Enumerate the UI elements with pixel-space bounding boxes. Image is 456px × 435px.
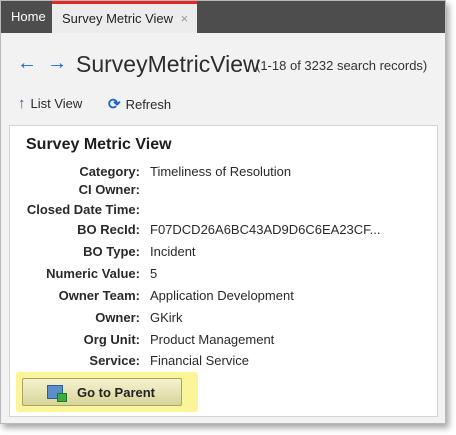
field-label: BO Type: <box>83 244 140 259</box>
field-label: Service: <box>89 353 140 368</box>
page-title: SurveyMetricView <box>76 51 260 77</box>
field-value: Application Development <box>150 288 294 303</box>
back-arrow-icon[interactable]: ← <box>17 53 37 73</box>
panel-title: Survey Metric View <box>26 136 172 153</box>
field-label: Numeric Value: <box>46 266 140 281</box>
field-value: 5 <box>150 266 158 281</box>
field-row-category: Category: Timeliness of Resolution <box>10 164 437 184</box>
field-label: Owner: <box>95 310 140 325</box>
field-row-closed-date-time: Closed Date Time: <box>10 202 437 222</box>
record-count: (1-18 of 3232 search records) <box>256 58 428 73</box>
refresh-icon: ⟳ <box>108 96 121 113</box>
field-row-ci-owner: CI Owner: <box>10 182 437 202</box>
field-row-service: Service: Financial Service <box>10 353 437 373</box>
field-row-bo-type: BO Type: Incident <box>10 244 437 264</box>
field-value: GKirk <box>150 310 183 325</box>
tab-active-label: Survey Metric View <box>62 11 174 26</box>
field-label: Category: <box>79 164 140 179</box>
forward-arrow-icon[interactable]: → <box>47 53 67 73</box>
field-label: Owner Team: <box>58 288 140 303</box>
go-to-parent-button[interactable]: Go to Parent <box>22 378 182 406</box>
list-view-button[interactable]: ↑ List View <box>18 95 82 112</box>
tab-bar: Home Survey Metric View × <box>1 1 445 33</box>
field-value: Timeliness of Resolution <box>150 164 292 179</box>
field-row-numeric-value: Numeric Value: 5 <box>10 266 437 286</box>
go-to-parent-icon <box>47 385 67 402</box>
field-label: CI Owner: <box>78 182 140 197</box>
field-value: Incident <box>150 244 196 259</box>
tab-home-label: Home <box>11 9 46 24</box>
refresh-label: Refresh <box>125 96 172 112</box>
field-row-owner-team: Owner Team: Application Development <box>10 288 437 308</box>
field-row-owner: Owner: GKirk <box>10 310 437 330</box>
arrow-up-icon: ↑ <box>18 95 26 112</box>
field-value: F07DCD26A6BC43AD9D6C6EA23CF... <box>150 222 381 237</box>
field-value: Financial Service <box>150 353 249 368</box>
field-label: Closed Date Time: <box>26 202 140 217</box>
app-window: Home Survey Metric View × ← → SurveyMetr… <box>0 0 446 424</box>
field-label: Org Unit: <box>83 332 140 347</box>
close-icon[interactable]: × <box>181 11 189 26</box>
tab-survey-metric-view[interactable]: Survey Metric View × <box>52 1 197 33</box>
tab-home[interactable]: Home <box>1 1 56 33</box>
go-to-parent-label: Go to Parent <box>77 384 156 400</box>
field-value: Product Management <box>150 332 275 347</box>
field-label: BO RecId: <box>77 222 140 237</box>
field-row-org-unit: Org Unit: Product Management <box>10 332 437 352</box>
refresh-button[interactable]: ⟳ Refresh <box>108 95 171 113</box>
field-row-bo-recid: BO RecId: F07DCD26A6BC43AD9D6C6EA23CF... <box>10 222 437 242</box>
list-view-label: List View <box>30 96 83 111</box>
detail-panel: Survey Metric View Category: Timeliness … <box>9 125 438 417</box>
